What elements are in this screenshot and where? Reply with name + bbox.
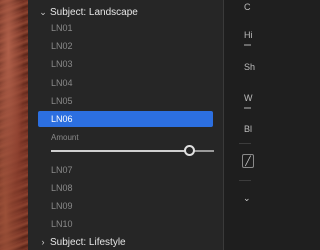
photo-preview — [0, 0, 28, 250]
adjustments-panel: C Hi Sh W Bl ╱ ⌄ — [223, 0, 255, 250]
adjustment-label-shadows: Sh — [244, 62, 256, 72]
preset-item-ln06-selected[interactable]: LN06 — [38, 111, 213, 127]
preset-item-ln03[interactable]: LN03 — [38, 57, 213, 72]
adjustment-label-c: C — [244, 2, 251, 12]
group-title: Subject: Landscape — [50, 6, 138, 18]
chevron-down-icon[interactable]: ⌄ — [243, 193, 251, 204]
preset-item-ln07[interactable]: LN07 — [38, 163, 213, 178]
amount-label: Amount — [51, 133, 79, 142]
adjustment-label-highlights: Hi — [244, 30, 253, 40]
divider — [239, 180, 251, 181]
group-title: Subject: Lifestyle — [50, 236, 126, 248]
preset-item-ln05[interactable]: LN05 — [38, 94, 213, 109]
group-header-landscape[interactable]: ⌄ Subject: Landscape — [28, 3, 223, 21]
group-header-lifestyle[interactable]: › Subject: Lifestyle — [28, 233, 223, 250]
amount-slider-fill — [51, 150, 190, 152]
preset-item-ln09[interactable]: LN09 — [38, 199, 213, 214]
chevron-down-icon: ⌄ — [39, 6, 47, 17]
preset-item-ln04[interactable]: LN04 — [38, 76, 213, 91]
chevron-right-icon: › — [41, 237, 45, 247]
adjustment-label-blacks: Bl — [244, 124, 253, 134]
tone-curve-button[interactable]: ╱ — [242, 154, 254, 168]
preset-item-ln10[interactable]: LN10 — [38, 217, 213, 232]
preset-item-ln01[interactable]: LN01 — [38, 21, 213, 36]
preset-item-ln02[interactable]: LN02 — [38, 39, 213, 54]
preset-item-ln08[interactable]: LN08 — [38, 181, 213, 196]
divider — [239, 143, 251, 144]
whites-slider[interactable] — [244, 107, 251, 109]
adjustment-label-whites: W — [244, 93, 253, 103]
presets-panel: ⌄ Subject: Landscape LN01 LN02 LN03 LN04… — [28, 0, 237, 250]
amount-slider-thumb[interactable] — [184, 145, 196, 156]
highlights-slider[interactable] — [244, 44, 251, 46]
